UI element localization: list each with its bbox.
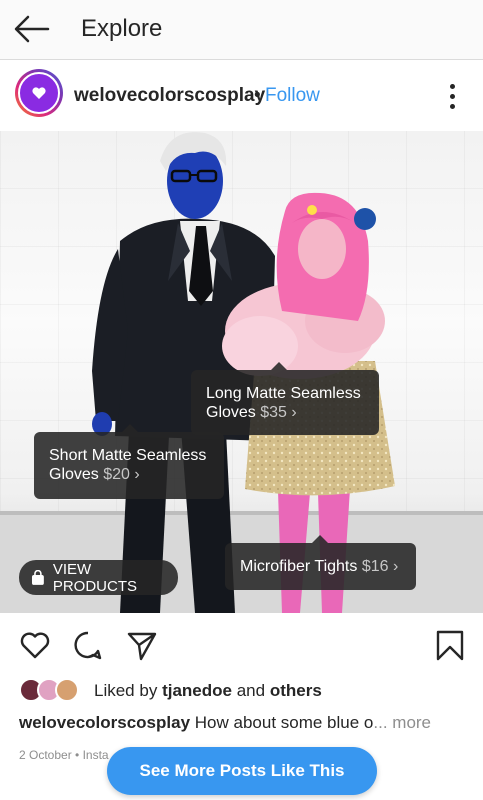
post-caption: welovecolorscosplay How about some blue … [19,713,432,732]
chevron-right-icon: › [286,404,297,421]
more-options-icon[interactable] [444,82,460,112]
post-header: welovecolorscosplay • Follow [0,61,483,131]
liker-username[interactable]: tjanedoe [162,681,232,700]
post-username[interactable]: welovecolorscosplay [74,85,265,107]
avatar-image [18,72,60,114]
product-tag-tights[interactable]: Microfiber Tights $16 › .tag.up[data-nam… [225,535,416,590]
product-tag-short-gloves[interactable]: Short Matte Seamless Gloves $20 › .tag.u… [34,424,224,499]
share-direct-icon[interactable] [126,629,158,661]
post-date: 2 October • Insta [19,748,109,762]
product-tag-line1: Short Matte Seamless [49,447,207,464]
top-bar: Explore [0,0,483,60]
arrow-left-icon[interactable] [14,14,50,44]
chevron-right-icon: › [388,558,399,575]
caption-text: How about some blue o [194,713,374,732]
caption-username[interactable]: welovecolorscosplay [19,713,190,732]
separator-dot: • [254,85,261,106]
view-products-label: VIEW PRODUCTS [52,560,137,595]
bookmark-icon[interactable] [434,629,466,661]
chevron-right-icon: › [129,466,140,483]
post-photo[interactable]: Long Matte Seamless Gloves $35 › .tag.up… [0,131,483,613]
product-tag-long-gloves[interactable]: Long Matte Seamless Gloves $35 › .tag.up… [191,362,379,435]
product-tag-line1: Microfiber Tights $16 › [240,558,399,575]
comment-icon[interactable] [72,629,104,661]
caption-more-link[interactable]: more [392,713,431,732]
like-heart-icon[interactable] [19,629,51,661]
liked-others-link[interactable]: others [270,681,322,700]
product-tag-line2: Gloves $20 › [49,466,140,483]
liker-avatar [55,678,79,702]
product-tag-line2: Gloves $35 › [206,404,297,421]
shopping-bag-icon [31,569,44,585]
heart-logo-icon [32,87,46,99]
post-actions [0,613,483,671]
see-more-posts-button[interactable]: See More Posts Like This [107,747,377,795]
liked-by-text: Liked by tjanedoe and others [94,681,322,700]
liked-by-row[interactable]: Liked by tjanedoe and others [19,678,479,704]
view-products-button[interactable]: VIEW PRODUCTS [19,560,178,595]
page-title: Explore [81,15,163,42]
product-tag-line1: Long Matte Seamless [206,385,361,402]
product-price: $16 [361,558,389,575]
avatar[interactable] [15,69,63,117]
follow-button[interactable]: Follow [265,85,320,107]
product-price: $35 [260,404,287,421]
product-price: $20 [103,466,130,483]
